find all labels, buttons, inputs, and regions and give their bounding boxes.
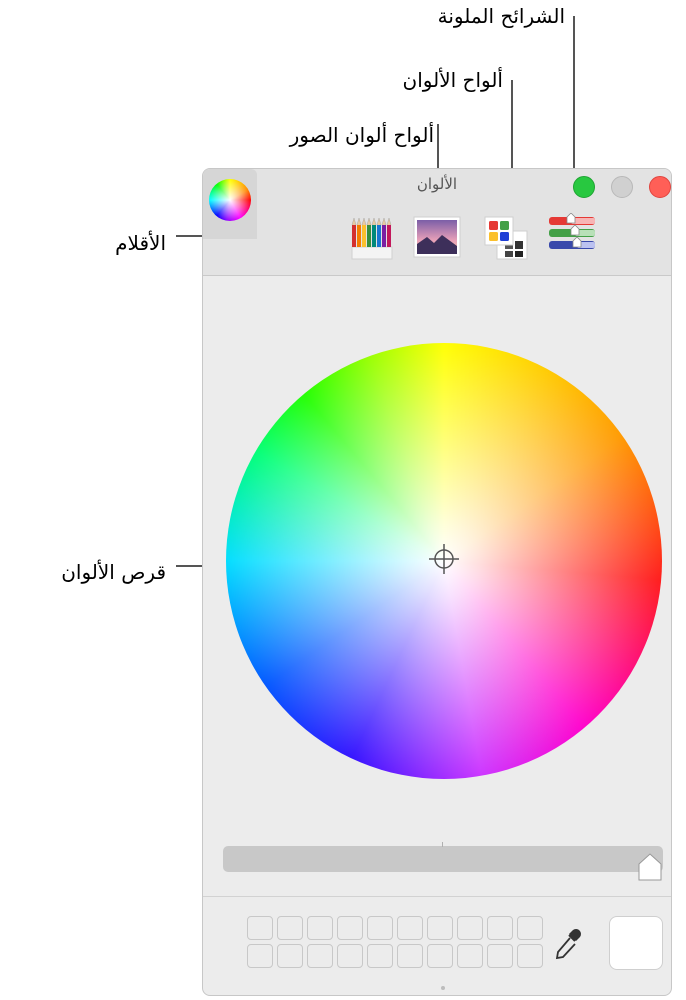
swatch-cell[interactable]	[277, 944, 303, 968]
color-palettes-tab[interactable]	[483, 213, 533, 263]
swatch-cell[interactable]	[517, 916, 543, 940]
swatch-cell[interactable]	[487, 916, 513, 940]
swatch-cell[interactable]	[277, 916, 303, 940]
zoom-button[interactable]	[573, 176, 595, 198]
swatch-cell[interactable]	[337, 944, 363, 968]
swatch-cell[interactable]	[307, 944, 333, 968]
swatch-cell[interactable]	[487, 944, 513, 968]
divider	[203, 896, 671, 897]
colors-window: الألوان	[202, 168, 672, 996]
minimize-button[interactable]	[611, 176, 633, 198]
swatch-cell[interactable]	[457, 944, 483, 968]
slider-tick	[442, 842, 443, 847]
pencils-icon	[351, 217, 393, 260]
pencils-tab[interactable]	[347, 213, 397, 263]
swatch-cell[interactable]	[457, 916, 483, 940]
swatch-cell[interactable]	[247, 944, 273, 968]
swatch-cell[interactable]	[397, 944, 423, 968]
callout-color-wheel: قرص الألوان	[61, 560, 166, 584]
callout-sliders: الشرائح الملونة	[437, 4, 565, 28]
swatch-cell[interactable]	[397, 916, 423, 940]
callout-pencils: الأقلام	[115, 231, 166, 255]
swatch-cell[interactable]	[517, 944, 543, 968]
swatch-cell[interactable]	[247, 916, 273, 940]
brightness-slider[interactable]	[223, 846, 663, 872]
swatch-cell[interactable]	[427, 944, 453, 968]
swatch-cell[interactable]	[367, 916, 393, 940]
palette-icon	[484, 216, 528, 260]
callout-palettes: ألواح الألوان	[402, 68, 503, 92]
color-wheel-icon	[209, 179, 251, 221]
toolbar: الألوان	[203, 169, 671, 276]
close-button[interactable]	[649, 176, 671, 198]
crosshair-icon	[429, 544, 459, 574]
swatch-cell[interactable]	[337, 916, 363, 940]
eyedropper-icon[interactable]	[553, 927, 583, 963]
image-palette-icon	[413, 216, 461, 258]
image-palettes-tab[interactable]	[412, 213, 462, 263]
color-sliders-tab[interactable]	[547, 212, 597, 263]
window-title: الألوان	[416, 175, 458, 193]
resize-handle[interactable]	[441, 986, 445, 990]
brightness-slider-thumb[interactable]	[637, 852, 663, 882]
callout-image-palettes: ألواح ألوان الصور	[289, 123, 434, 147]
swatch-cell[interactable]	[427, 916, 453, 940]
current-color-well[interactable]	[609, 916, 663, 970]
swatch-cell[interactable]	[307, 916, 333, 940]
swatch-cell[interactable]	[367, 944, 393, 968]
sliders-icon	[549, 212, 595, 249]
